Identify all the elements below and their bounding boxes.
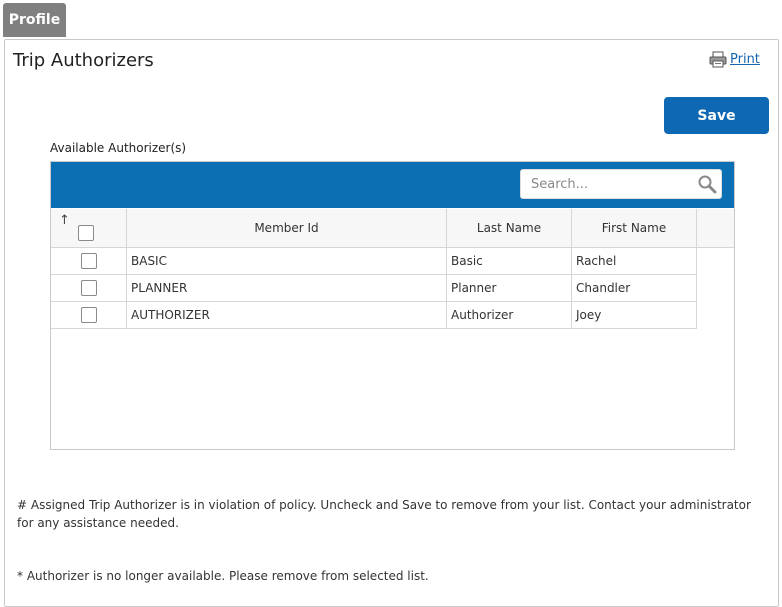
save-button[interactable]: Save <box>664 97 769 134</box>
search-box <box>520 169 722 199</box>
last-name-cell: Authorizer <box>446 301 572 329</box>
search-input[interactable] <box>531 174 691 194</box>
row-select-cell <box>51 301 127 329</box>
member-id-cell: BASIC <box>126 247 447 275</box>
available-authorizers-label: Available Authorizer(s) <box>50 141 187 155</box>
last-name-cell: Planner <box>446 274 572 302</box>
select-all-header: ↑ <box>51 209 127 248</box>
authorizers-table: ↑ Member Id Last Name First Name BASIC B… <box>51 209 734 329</box>
member-id-cell: AUTHORIZER <box>126 301 447 329</box>
table-row: BASIC Basic Rachel <box>51 247 734 275</box>
authorizers-grid: ↑ Member Id Last Name First Name BASIC B… <box>50 161 735 450</box>
select-all-checkbox[interactable] <box>78 225 94 241</box>
column-header-first-name[interactable]: First Name <box>571 209 697 248</box>
policy-violation-note: # Assigned Trip Authorizer is in violati… <box>17 498 751 530</box>
column-header-last-name[interactable]: Last Name <box>446 209 572 248</box>
printer-icon <box>709 51 727 68</box>
row-select-cell <box>51 274 127 302</box>
column-header-member-id[interactable]: Member Id <box>126 209 447 248</box>
trip-authorizers-panel: Trip Authorizers Print Save Available Au… <box>4 39 779 607</box>
row-checkbox[interactable] <box>80 307 97 323</box>
table-row: PLANNER Planner Chandler <box>51 274 734 302</box>
first-name-cell: Rachel <box>571 247 697 275</box>
sort-arrow-icon[interactable]: ↑ <box>59 213 70 228</box>
first-name-cell: Joey <box>571 301 697 329</box>
row-checkbox[interactable] <box>80 280 97 296</box>
column-header-spacer <box>696 209 734 248</box>
first-name-cell: Chandler <box>571 274 697 302</box>
table-header-row: ↑ Member Id Last Name First Name <box>51 209 734 248</box>
tab-profile[interactable]: Profile <box>3 3 66 37</box>
table-row: AUTHORIZER Authorizer Joey <box>51 301 734 329</box>
print-label: Print <box>730 52 760 67</box>
unavailable-authorizer-note: * Authorizer is no longer available. Ple… <box>17 569 429 583</box>
last-name-cell: Basic <box>446 247 572 275</box>
page-title: Trip Authorizers <box>13 50 154 71</box>
row-select-cell <box>51 247 127 275</box>
search-icon[interactable] <box>697 174 717 194</box>
row-checkbox[interactable] <box>80 253 97 269</box>
print-link[interactable]: Print <box>709 51 760 68</box>
member-id-cell: PLANNER <box>126 274 447 302</box>
grid-toolbar <box>51 162 734 208</box>
